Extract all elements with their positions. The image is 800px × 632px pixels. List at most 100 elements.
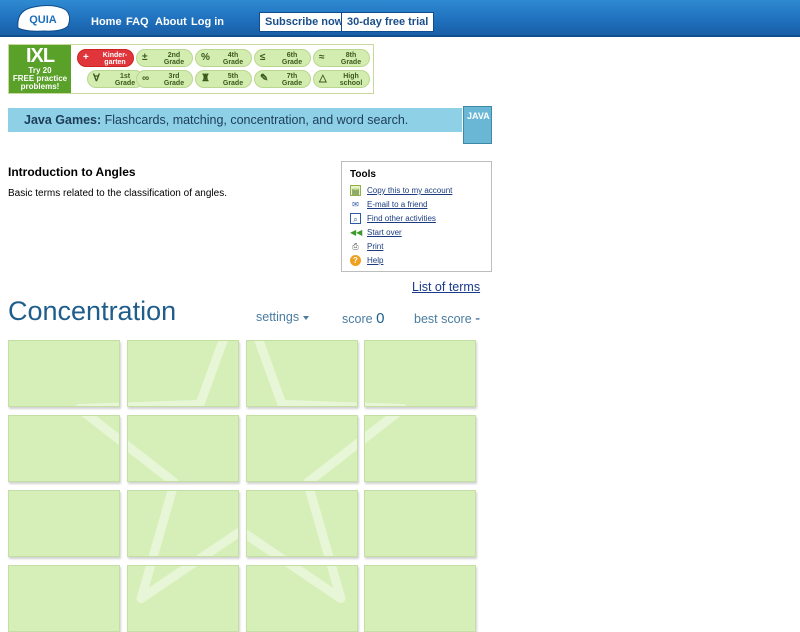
concentration-card[interactable] bbox=[246, 340, 358, 407]
java-games-heading: Java Games: bbox=[24, 113, 102, 127]
tool-label: Start over bbox=[367, 228, 402, 237]
grade-sublabel: Grade bbox=[281, 80, 303, 87]
grade-label: High bbox=[343, 73, 359, 80]
grade-8th-button[interactable]: ≈ 8th Grade bbox=[313, 49, 370, 67]
activity-title: Introduction to Angles bbox=[8, 165, 136, 179]
best-score-value: - bbox=[475, 310, 481, 327]
star-watermark-icon bbox=[9, 491, 120, 557]
concentration-card[interactable] bbox=[8, 340, 120, 407]
tool-label: Copy this to my account bbox=[367, 186, 453, 195]
email-person-icon: ✉ bbox=[352, 200, 359, 209]
grade-label: Kinder- bbox=[102, 52, 128, 59]
concentration-card[interactable] bbox=[127, 340, 239, 407]
concentration-card[interactable] bbox=[8, 415, 120, 482]
ixl-banner[interactable]: IXL Try 20 FREE practice problems! + Kin… bbox=[8, 44, 374, 94]
best-score-display: best score - bbox=[414, 310, 480, 327]
grade-icon: ≈ bbox=[319, 52, 325, 63]
grade-label: 4th bbox=[227, 52, 239, 59]
list-of-terms-link[interactable]: List of terms bbox=[412, 280, 480, 294]
free-trial-button[interactable]: 30-day free trial bbox=[341, 12, 435, 32]
settings-dropdown[interactable]: settings bbox=[256, 310, 310, 324]
tool-label: Print bbox=[367, 242, 384, 251]
concentration-card[interactable] bbox=[127, 490, 239, 557]
grade-sublabel: Grade bbox=[163, 80, 185, 87]
grade-sublabel: Grade bbox=[222, 59, 244, 66]
subscribe-button[interactable]: Subscribe now bbox=[259, 12, 350, 32]
tool-label: Help bbox=[367, 256, 384, 265]
grade-6th-button[interactable]: ≤ 6th Grade bbox=[254, 49, 311, 67]
star-watermark-icon bbox=[254, 341, 357, 406]
concentration-card[interactable] bbox=[127, 415, 239, 482]
nav-faq-link[interactable]: FAQ bbox=[126, 16, 149, 28]
nav-home-link[interactable]: Home bbox=[91, 16, 122, 28]
star-watermark-icon bbox=[128, 440, 179, 481]
quia-logo[interactable]: QUIA bbox=[14, 2, 72, 34]
grade-icon: ∞ bbox=[142, 73, 150, 84]
grade-3rd-button[interactable]: ∞ 3rd Grade bbox=[136, 70, 193, 88]
star-watermark-icon bbox=[247, 491, 334, 556]
copy-icon: ▤ bbox=[350, 185, 361, 196]
java-icon-text: JAVA bbox=[467, 111, 490, 121]
grade-sublabel: Grade bbox=[114, 80, 136, 87]
grade-label: 1st bbox=[119, 73, 131, 80]
grade-sublabel: Grade bbox=[340, 59, 362, 66]
grade-high-school-button[interactable]: △ High school bbox=[313, 70, 370, 88]
rewind-icon: ◀◀ bbox=[350, 228, 363, 237]
grade-icon: % bbox=[201, 52, 210, 63]
star-watermark-icon bbox=[148, 491, 238, 556]
grade-sublabel: school bbox=[339, 80, 363, 87]
star-watermark-icon bbox=[136, 566, 198, 603]
nav-about-link[interactable]: About bbox=[155, 16, 187, 28]
ixl-logo[interactable]: IXL Try 20 FREE practice problems! bbox=[9, 45, 71, 93]
nav-login-link[interactable]: Log in bbox=[191, 16, 224, 28]
tools-panel: Tools ▤ Copy this to my account ✉ E-mail… bbox=[341, 161, 492, 272]
concentration-card[interactable] bbox=[127, 565, 239, 632]
grade-kindergarten-button[interactable]: + Kinder-garten bbox=[77, 49, 134, 67]
grade-sublabel: garten bbox=[104, 59, 126, 66]
grade-2nd-button[interactable]: ± 2nd Grade bbox=[136, 49, 193, 67]
star-watermark-icon bbox=[303, 438, 357, 481]
help-icon: ? bbox=[350, 255, 361, 266]
concentration-card[interactable] bbox=[364, 565, 476, 632]
concentration-card[interactable] bbox=[364, 490, 476, 557]
tool-label: E-mail to a friend bbox=[367, 200, 428, 209]
concentration-card[interactable] bbox=[364, 340, 476, 407]
tool-label: Find other activities bbox=[367, 214, 436, 223]
concentration-card[interactable] bbox=[8, 565, 120, 632]
grade-icon: △ bbox=[319, 73, 327, 84]
java-games-bar: Java Games: Flashcards, matching, concen… bbox=[8, 108, 462, 132]
tools-heading: Tools bbox=[350, 169, 376, 180]
concentration-card[interactable] bbox=[8, 490, 120, 557]
java-games-text: Java Games: Flashcards, matching, concen… bbox=[24, 113, 408, 127]
grade-icon: ± bbox=[142, 52, 148, 63]
grade-5th-button[interactable]: ♜ 5th Grade bbox=[195, 70, 252, 88]
star-watermark-icon bbox=[365, 491, 476, 557]
search-icon: ⌕ bbox=[350, 213, 361, 224]
grade-label: 8th bbox=[345, 52, 357, 59]
concentration-card[interactable] bbox=[364, 415, 476, 482]
printer-icon: ⎙ bbox=[352, 242, 359, 251]
star-watermark-icon bbox=[81, 416, 119, 446]
chevron-down-icon bbox=[303, 315, 310, 320]
star-watermark-icon bbox=[75, 402, 119, 406]
star-watermark-icon bbox=[365, 416, 401, 444]
grade-sublabel: Grade bbox=[163, 59, 185, 66]
game-title: Concentration bbox=[8, 296, 177, 326]
star-watermark-icon bbox=[9, 566, 120, 632]
activity-description: Basic terms related to the classificatio… bbox=[8, 188, 227, 199]
concentration-card[interactable] bbox=[246, 415, 358, 482]
grade-icon: ∀ bbox=[93, 73, 100, 84]
grade-label: 6th bbox=[286, 52, 298, 59]
settings-label: settings bbox=[256, 310, 300, 324]
grade-sublabel: Grade bbox=[222, 80, 244, 87]
grade-icon: + bbox=[83, 52, 89, 63]
grade-label: 3rd bbox=[168, 73, 180, 80]
grade-icon: ≤ bbox=[260, 52, 266, 63]
grade-4th-button[interactable]: % 4th Grade bbox=[195, 49, 252, 67]
score-value: 0 bbox=[376, 310, 385, 327]
concentration-card[interactable] bbox=[246, 565, 358, 632]
ixl-promo-line3: problems! bbox=[20, 82, 60, 91]
star-watermark-icon bbox=[128, 341, 228, 406]
grade-7th-button[interactable]: ✎ 7th Grade bbox=[254, 70, 311, 88]
concentration-card[interactable] bbox=[246, 490, 358, 557]
